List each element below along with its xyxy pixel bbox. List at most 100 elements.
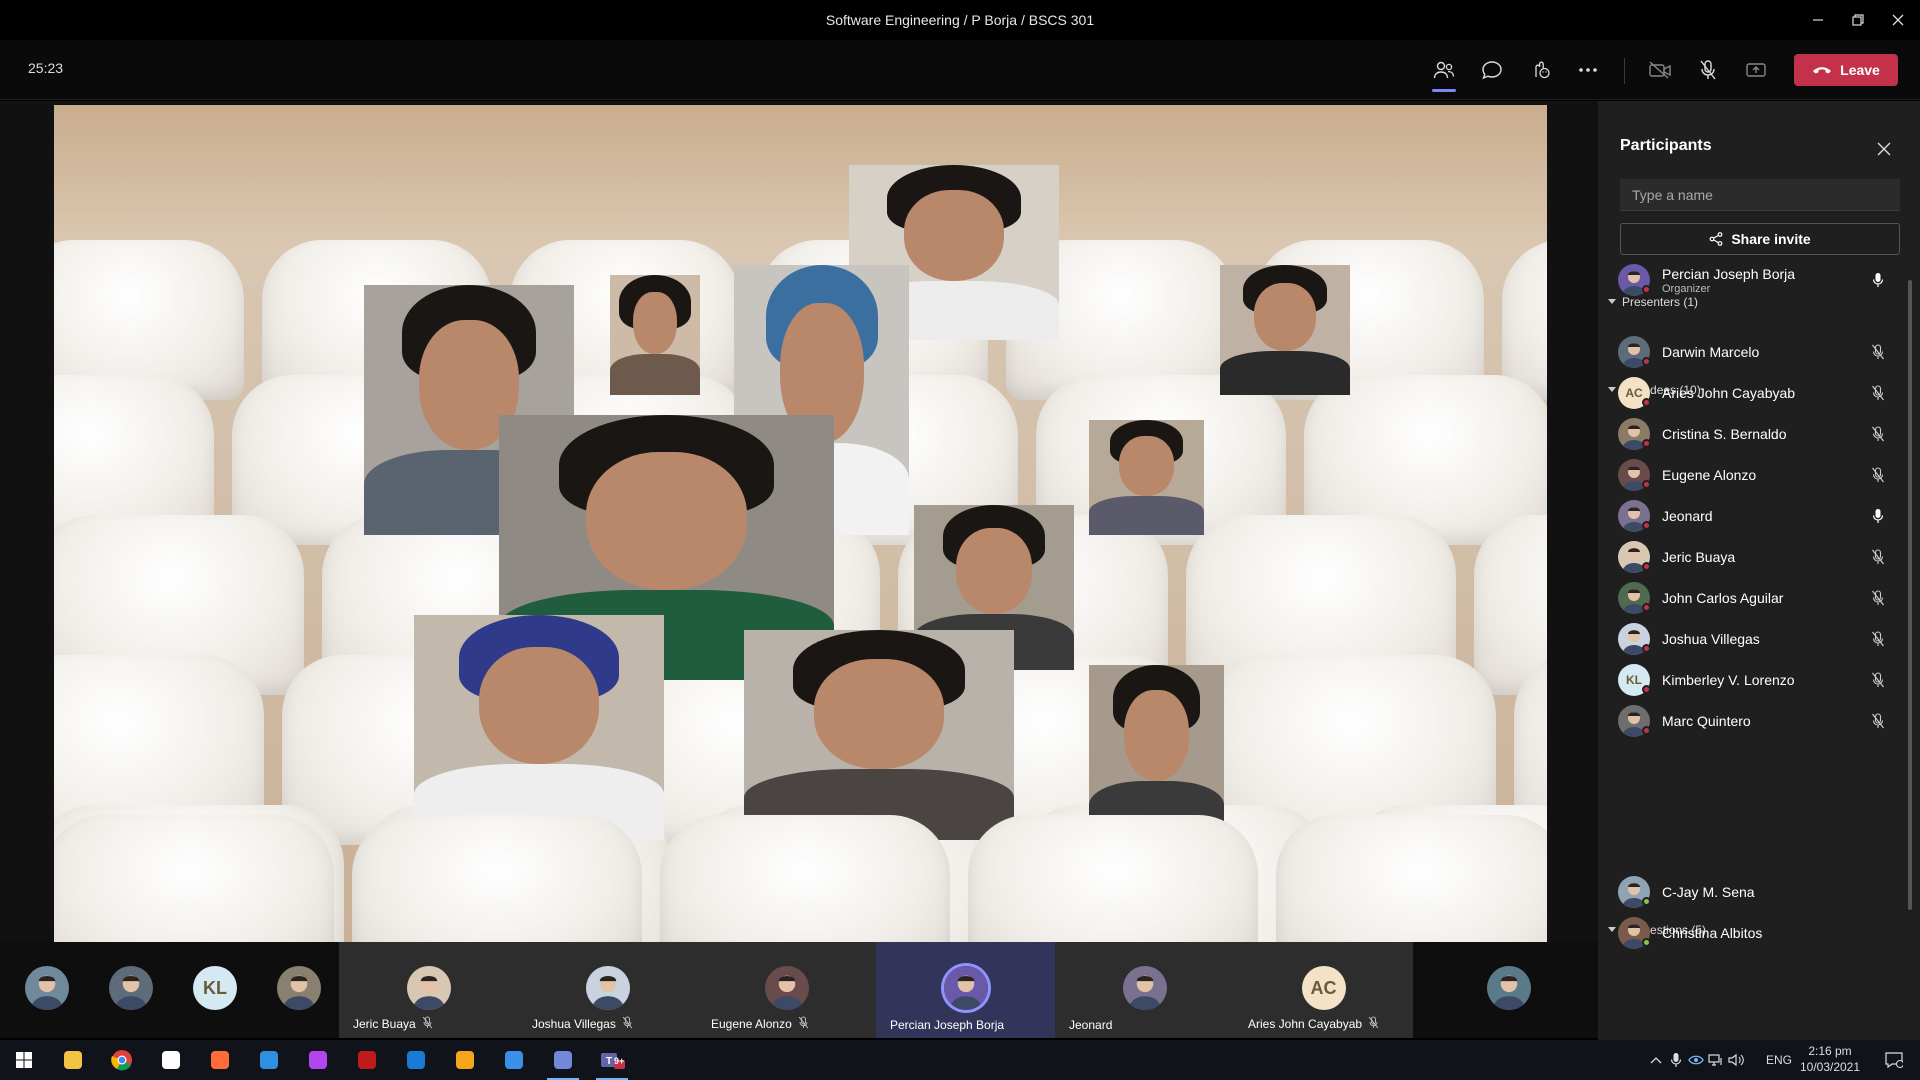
participant-tile[interactable]: KL <box>190 942 240 1038</box>
windows-start-taskbar-button[interactable] <box>0 1040 48 1080</box>
participant-row[interactable]: C-Jay M. Sena <box>1618 869 1900 915</box>
v-app-taskbar-button[interactable] <box>490 1040 538 1080</box>
participant-row[interactable]: Marc Quintero <box>1618 698 1900 744</box>
action-center-button[interactable] <box>1884 1040 1904 1080</box>
postman-taskbar-button[interactable] <box>196 1040 244 1080</box>
participant-name: Marc Quintero <box>1662 713 1751 729</box>
participant-row[interactable]: Christina Albitos <box>1618 910 1900 956</box>
restore-icon <box>1852 14 1864 26</box>
tile-name: Eugene Alonzo <box>711 1017 792 1031</box>
file-explorer-taskbar-button[interactable] <box>49 1040 97 1080</box>
meeting-stage <box>0 101 1598 943</box>
app-orange-icon <box>456 1051 474 1069</box>
participant-row[interactable]: John Carlos Aguilar <box>1618 575 1900 621</box>
participant-name: Jeric Buaya <box>1662 549 1736 565</box>
windows-start-icon <box>16 1052 32 1068</box>
participant-tile[interactable]: Percian Joseph Borja <box>876 942 1055 1038</box>
mic-toggle-button[interactable] <box>1690 52 1726 88</box>
participant-tile[interactable] <box>22 942 72 1038</box>
chrome-icon <box>111 1050 132 1071</box>
participant-row[interactable]: Jeonard <box>1618 493 1900 539</box>
teams-taskbar-button[interactable]: T 9+ <box>588 1040 636 1080</box>
network-tray-button[interactable] <box>1706 1040 1726 1080</box>
participant-row[interactable]: Joshua Villegas <box>1618 616 1900 662</box>
mic-muted-icon <box>1868 670 1888 690</box>
meeting-timer: 25:23 <box>28 60 64 76</box>
app-orange-taskbar-button[interactable] <box>441 1040 489 1080</box>
discord-taskbar-button[interactable] <box>539 1040 587 1080</box>
together-mode-video <box>54 105 1547 943</box>
more-actions-button[interactable] <box>1570 52 1606 88</box>
microphone-tray-button[interactable] <box>1666 1040 1686 1080</box>
avatar <box>1487 966 1531 1010</box>
filezilla-taskbar-button[interactable] <box>343 1040 391 1080</box>
avatar <box>585 966 630 1010</box>
steam-taskbar-button[interactable] <box>392 1040 440 1080</box>
vscode-taskbar-button[interactable] <box>245 1040 293 1080</box>
participant-tile[interactable] <box>106 942 156 1038</box>
participant-tile[interactable]: Jeonard <box>1055 942 1234 1038</box>
participant-tile[interactable]: Joshua Villegas <box>518 942 697 1038</box>
share-tray-icon <box>1746 63 1766 77</box>
participant-name: Kimberley V. Lorenzo <box>1662 672 1795 688</box>
close-panel-button[interactable] <box>1874 139 1894 159</box>
clock-date: 10/03/2021 <box>1799 1060 1861 1074</box>
people-icon <box>1433 61 1455 79</box>
more-icon <box>1579 68 1597 72</box>
share-invite-label: Share invite <box>1731 231 1811 247</box>
participant-row[interactable]: Jeric Buaya <box>1618 534 1900 580</box>
language-indicator[interactable]: ENG <box>1766 1053 1792 1067</box>
participant-tile[interactable]: AC Aries John Cayabyab <box>1234 942 1413 1038</box>
status-badge <box>1642 285 1651 294</box>
chrome-taskbar-button[interactable] <box>98 1040 146 1080</box>
show-hidden-icons-button[interactable] <box>1646 1040 1666 1080</box>
share-invite-button[interactable]: Share invite <box>1620 223 1900 255</box>
panel-scrollbar[interactable] <box>1908 280 1912 910</box>
reactions-button[interactable] <box>1522 52 1558 88</box>
camera-toggle-button[interactable] <box>1642 52 1678 88</box>
participant-search-input[interactable] <box>1620 179 1900 211</box>
chat-icon <box>1482 61 1502 80</box>
close-icon <box>1892 14 1904 26</box>
participant-row[interactable]: Eugene Alonzo <box>1618 452 1900 498</box>
phpstorm-taskbar-button[interactable] <box>294 1040 342 1080</box>
teams-notification-badge: 9+ <box>614 1056 625 1066</box>
participant-row[interactable]: Cristina S. Bernaldo <box>1618 411 1900 457</box>
chevron-down-icon <box>1608 387 1616 392</box>
vscode-icon <box>260 1051 278 1069</box>
participant-name: Christina Albitos <box>1662 925 1763 941</box>
minimize-button[interactable] <box>1798 0 1838 40</box>
participant-row[interactable]: Darwin Marcelo <box>1618 329 1900 375</box>
user-photo-icon <box>1487 966 1531 1010</box>
participant-tile[interactable]: Eugene Alonzo <box>697 942 876 1038</box>
leave-button[interactable]: Leave <box>1794 54 1898 86</box>
avatar <box>25 966 69 1010</box>
participant-video <box>1220 265 1350 395</box>
app-taskbar-button[interactable] <box>147 1040 195 1080</box>
chevron-up-icon <box>1650 1057 1662 1064</box>
participant-video <box>414 615 664 840</box>
tile-name: Aries John Cayabyab <box>1248 1017 1363 1031</box>
avatar <box>1122 966 1167 1010</box>
share-content-button[interactable] <box>1738 52 1774 88</box>
participant-tile[interactable] <box>1484 942 1534 1038</box>
mic-muted-icon <box>1868 383 1888 403</box>
participant-tile[interactable]: Jeric Buaya <box>339 942 518 1038</box>
participant-row[interactable]: KL Kimberley V. Lorenzo <box>1618 657 1900 703</box>
close-window-button[interactable] <box>1878 0 1918 40</box>
tile-name: Jeric Buaya <box>353 1017 416 1031</box>
mic-muted-icon <box>622 1016 633 1032</box>
taskbar-clock[interactable]: 2:16 pm 10/03/2021 <box>1790 1043 1870 1075</box>
volume-tray-button[interactable] <box>1726 1040 1746 1080</box>
show-chat-button[interactable] <box>1474 52 1510 88</box>
hang-up-icon <box>1813 67 1832 74</box>
restore-button[interactable] <box>1838 0 1878 40</box>
visibility-tray-button[interactable] <box>1686 1040 1706 1080</box>
participant-name: Percian Joseph Borja <box>1662 265 1796 282</box>
mic-muted-icon <box>1868 629 1888 649</box>
participant-row[interactable]: Percian Joseph Borja Organizer <box>1618 257 1900 303</box>
participant-row[interactable]: AC Aries John Cayabyab <box>1618 370 1900 416</box>
show-participants-button[interactable] <box>1426 52 1462 92</box>
participant-tile[interactable] <box>274 942 324 1038</box>
participant-name: Darwin Marcelo <box>1662 344 1760 360</box>
